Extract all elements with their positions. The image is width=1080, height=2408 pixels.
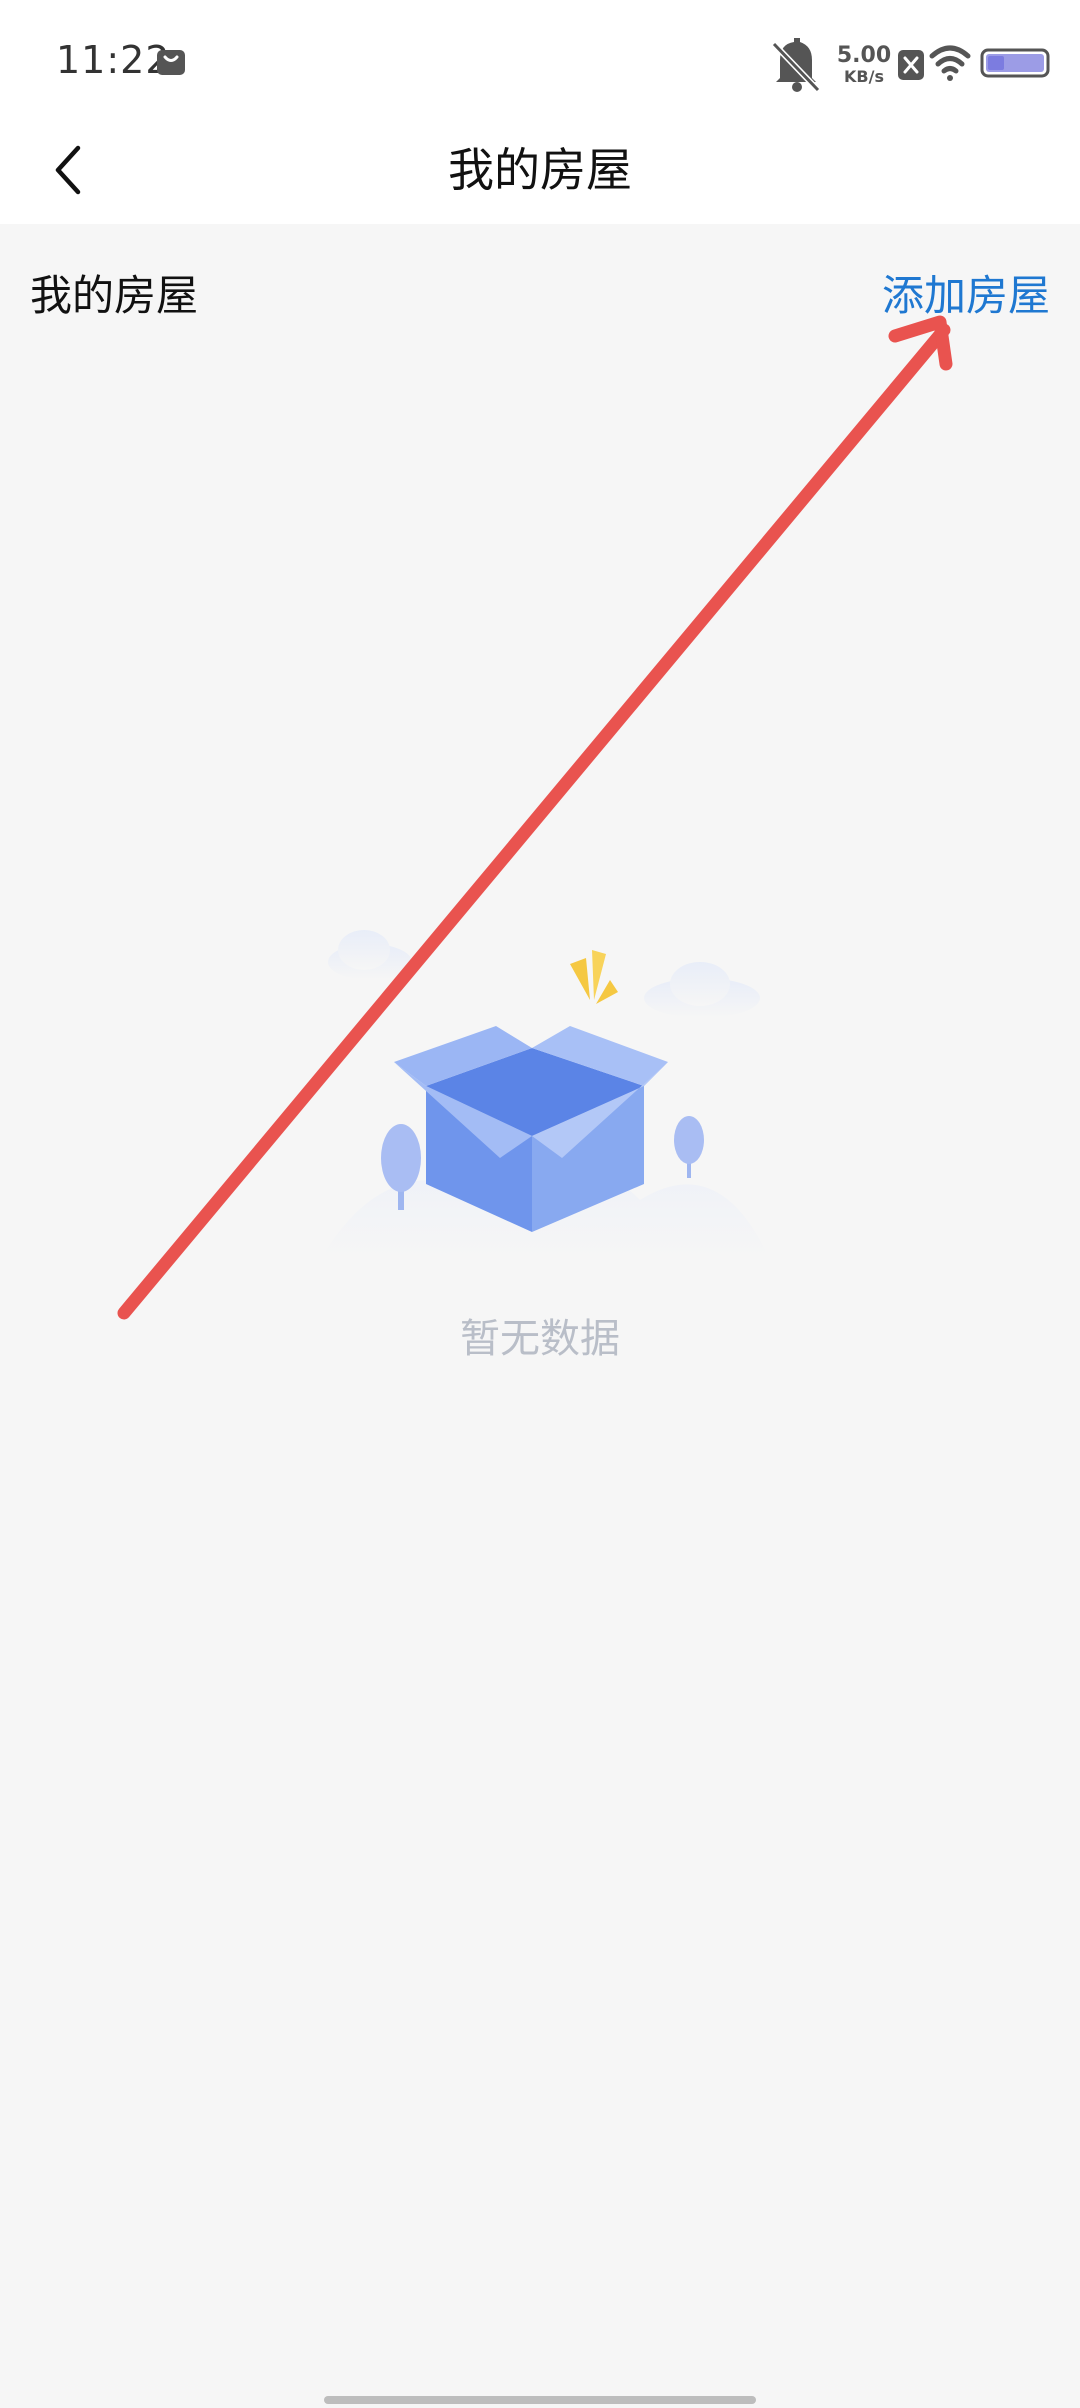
battery-icon xyxy=(980,48,1050,78)
page-title: 我的房屋 xyxy=(448,143,632,197)
sparkle-icon xyxy=(570,950,618,1004)
cloud-right xyxy=(644,962,760,1018)
status-icons: 5.00 KB/s xyxy=(771,38,1050,93)
net-speed-value: 5.00 xyxy=(837,43,891,68)
cloud-left xyxy=(328,930,412,980)
tree-right xyxy=(674,1116,704,1178)
sim-off-icon xyxy=(898,50,924,80)
home-indicator[interactable] xyxy=(324,2396,756,2404)
add-house-button[interactable]: 添加房屋 xyxy=(882,262,1050,323)
empty-state-text: 暂无数据 xyxy=(460,1316,620,1362)
status-bar: 11:22 5.00 KB/s xyxy=(0,0,1080,120)
section-title: 我的房屋 xyxy=(30,271,199,320)
status-time: 11:22 xyxy=(56,38,171,82)
section-header: 我的房屋 添加房屋 xyxy=(0,224,1080,354)
mute-icon xyxy=(771,38,821,93)
header-bar: 我的房屋 xyxy=(0,120,1080,224)
wifi-icon xyxy=(929,45,971,81)
empty-box-illustration xyxy=(320,930,770,1260)
shopping-bag-icon xyxy=(157,50,185,75)
net-speed-unit: KB/s xyxy=(844,67,884,86)
